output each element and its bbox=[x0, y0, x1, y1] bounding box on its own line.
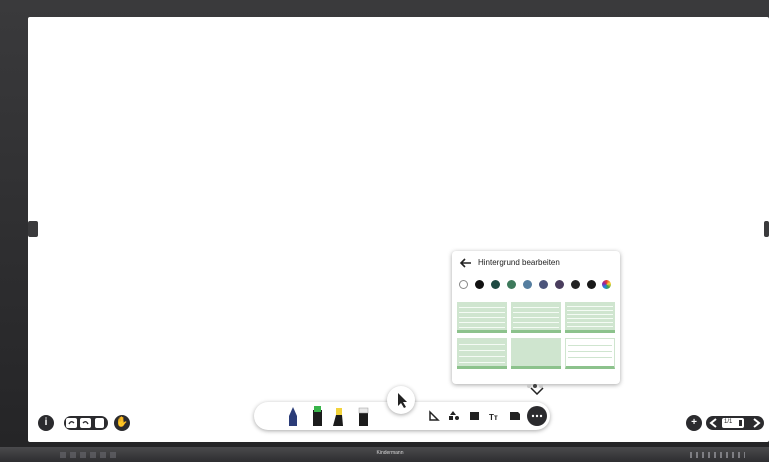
display-ports bbox=[60, 452, 120, 458]
color-swatch-black[interactable] bbox=[475, 280, 484, 289]
chevron-down-icon[interactable] bbox=[530, 387, 544, 395]
template-lined-white[interactable] bbox=[565, 338, 615, 369]
template-lined-green-3[interactable] bbox=[565, 302, 615, 333]
brand-logo: Kindermann bbox=[376, 450, 404, 456]
chevron-right-icon[interactable] bbox=[753, 418, 761, 428]
color-swatch-dark[interactable] bbox=[587, 280, 596, 289]
template-lined-green-4[interactable] bbox=[457, 338, 507, 369]
chevron-left-icon[interactable] bbox=[709, 418, 717, 428]
background-edit-panel: Hintergrund bearbeiten bbox=[452, 251, 620, 388]
color-swatch-white[interactable] bbox=[459, 280, 468, 289]
color-swatch-dark-teal[interactable] bbox=[491, 280, 500, 289]
shapes-icon[interactable] bbox=[449, 411, 459, 420]
color-swatch-charcoal[interactable] bbox=[571, 280, 580, 289]
template-lined-green-2[interactable] bbox=[511, 302, 561, 333]
more-icon[interactable] bbox=[527, 406, 547, 426]
text-icon[interactable]: Tт bbox=[489, 413, 498, 422]
plus-icon[interactable]: + bbox=[686, 415, 702, 431]
redo-icon[interactable] bbox=[80, 418, 91, 428]
undo-redo-group bbox=[64, 416, 108, 430]
page-counter: 1/1 bbox=[724, 419, 733, 425]
color-picker-icon[interactable] bbox=[602, 280, 611, 289]
hand-icon[interactable]: ✋ bbox=[114, 415, 130, 431]
ruler-icon[interactable] bbox=[429, 410, 440, 421]
left-side-menu-handle[interactable] bbox=[28, 221, 38, 237]
color-swatch-purple[interactable] bbox=[555, 280, 564, 289]
undo-icon[interactable] bbox=[66, 418, 77, 428]
whiteboard-canvas[interactable] bbox=[28, 17, 769, 442]
eraser-icon[interactable] bbox=[358, 407, 369, 426]
color-swatch-green[interactable] bbox=[507, 280, 516, 289]
pages-icon[interactable] bbox=[95, 418, 104, 428]
pen-blue-icon[interactable] bbox=[289, 407, 297, 426]
arrow-left-icon[interactable] bbox=[459, 257, 473, 269]
note-icon[interactable] bbox=[510, 412, 520, 420]
page-thumb-icon bbox=[739, 420, 742, 426]
color-swatch-blue[interactable] bbox=[523, 280, 532, 289]
pen-green-icon[interactable] bbox=[313, 406, 322, 426]
info-icon[interactable]: i bbox=[38, 415, 54, 431]
select-tool-button[interactable] bbox=[387, 386, 415, 414]
panel-title: Hintergrund bearbeiten bbox=[478, 258, 560, 267]
highlighter-yellow-icon[interactable] bbox=[333, 408, 343, 426]
color-swatch-slate[interactable] bbox=[539, 280, 548, 289]
right-side-menu-handle[interactable] bbox=[764, 221, 769, 237]
page-navigator: 1/1 bbox=[706, 416, 764, 430]
template-plain-green[interactable] bbox=[511, 338, 561, 369]
template-lined-green-1[interactable] bbox=[457, 302, 507, 333]
image-icon[interactable] bbox=[470, 412, 479, 420]
status-leds bbox=[690, 452, 745, 458]
cursor-icon bbox=[398, 393, 407, 408]
svg-text:Tт: Tт bbox=[489, 413, 498, 422]
